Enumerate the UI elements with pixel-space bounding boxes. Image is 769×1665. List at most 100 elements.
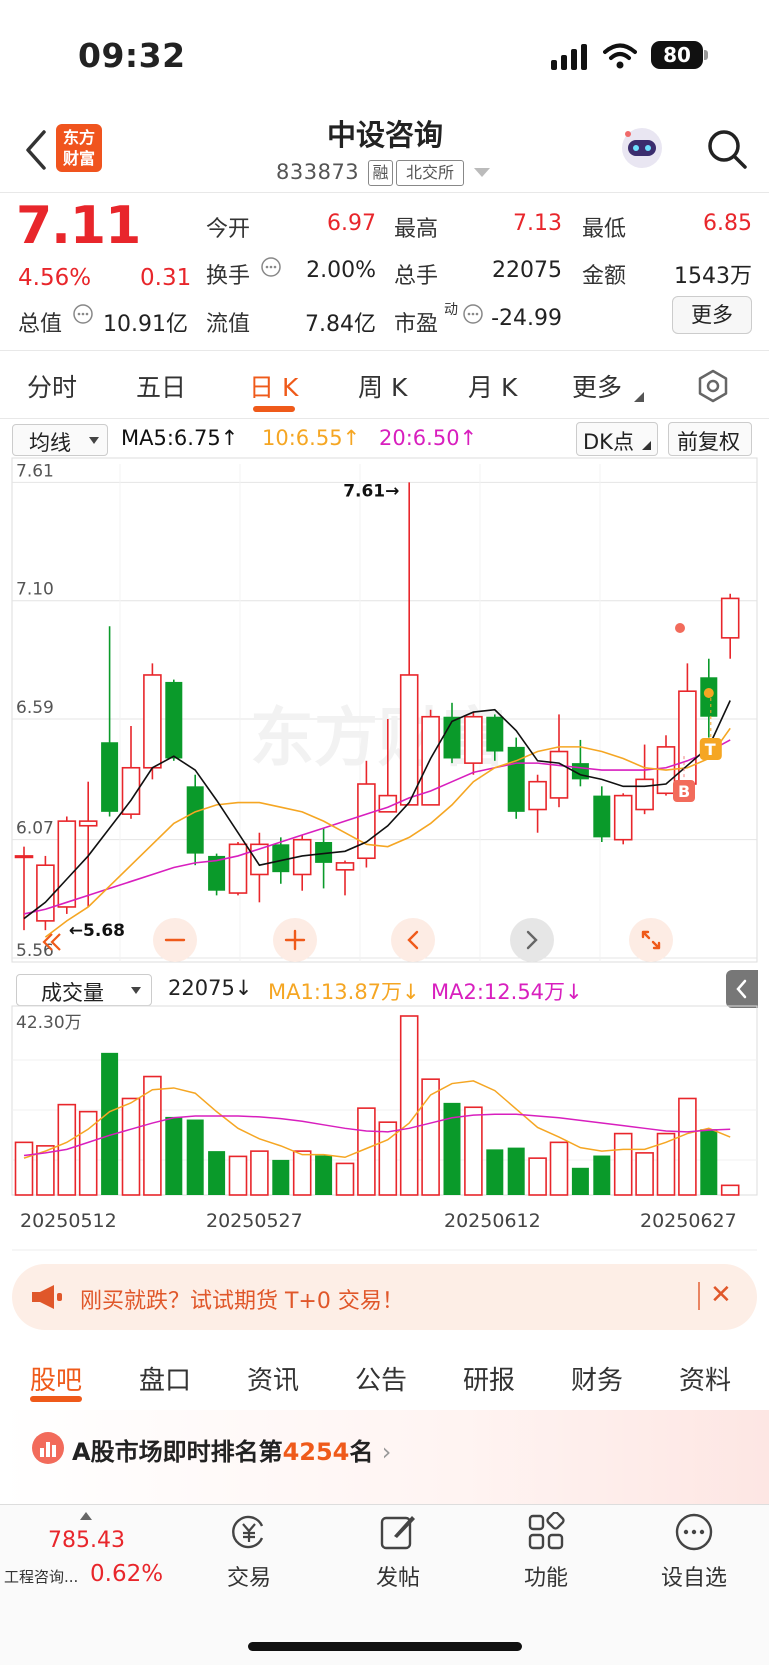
price-tick-label: 7.61 xyxy=(16,461,54,481)
chevron-right-button[interactable] xyxy=(510,918,554,962)
ma-selector[interactable]: 均线 xyxy=(12,424,108,456)
volume-label: 总手 xyxy=(394,264,439,289)
change-amount: 0.31 xyxy=(140,265,192,291)
megaphone-icon xyxy=(32,1285,62,1309)
tab-five-day[interactable]: 五日 xyxy=(136,368,186,404)
ai-assistant-icon[interactable] xyxy=(618,124,666,172)
info-icon[interactable] xyxy=(260,256,282,278)
candle-body-up xyxy=(57,820,77,908)
candle-body-up xyxy=(36,864,55,922)
turnover-label: 换手 xyxy=(206,264,251,289)
section-tab-research[interactable]: 研报 xyxy=(463,1360,515,1397)
back-icon[interactable] xyxy=(18,126,58,174)
nav-trade[interactable]: 交易 xyxy=(199,1512,299,1592)
eastmoney-logo: 东方 财富 xyxy=(56,124,102,172)
change-percent: 4.56% xyxy=(18,265,92,291)
volume-bar-down xyxy=(165,1116,183,1195)
promo-divider xyxy=(698,1282,700,1310)
search-icon[interactable] xyxy=(706,128,748,170)
dk-point-label: DK点 xyxy=(583,430,634,454)
ma10-value: 10:6.55↑ xyxy=(262,426,361,450)
section-tab-financials[interactable]: 财务 xyxy=(571,1360,623,1397)
nav-functions[interactable]: 功能 xyxy=(496,1511,596,1592)
nav-add-watchlist[interactable]: 设自选 xyxy=(644,1512,744,1592)
gear-icon[interactable] xyxy=(695,368,731,404)
kline-chart[interactable]: 7.617.106.596.075.56东方财富7.61→←5.68BT42.3… xyxy=(0,456,769,1256)
tick-marker-dot xyxy=(703,688,714,698)
index-name[interactable]: 工程咨询... xyxy=(4,1566,78,1587)
candle-body-down xyxy=(272,844,290,873)
section-tab-news[interactable]: 资讯 xyxy=(247,1360,299,1397)
buy-marker-label: B xyxy=(678,782,690,801)
open-value: 6.97 xyxy=(327,211,376,236)
volume-bar-up xyxy=(528,1157,547,1196)
market-cap-label: 总值 xyxy=(18,312,63,337)
tab-more[interactable]: 更多 xyxy=(572,368,622,404)
dk-point-button[interactable]: DK点 xyxy=(576,422,658,456)
tab-monthly-k[interactable]: 月 K xyxy=(468,368,517,404)
chevron-down-icon xyxy=(89,437,99,444)
nav-post[interactable]: 发帖 xyxy=(348,1512,448,1592)
date-tick-label: 20250612 xyxy=(444,1210,541,1232)
price-tick-label: 7.10 xyxy=(16,580,54,600)
chart-control-bg xyxy=(629,918,673,962)
ranking-text[interactable]: A股市场即时排名第4254名 › xyxy=(72,1432,391,1467)
adjust-button[interactable]: 前复权 xyxy=(668,422,752,456)
close-icon[interactable]: ✕ xyxy=(710,1280,732,1310)
chevron-left-button[interactable] xyxy=(391,918,435,962)
section-tab-orderbook[interactable]: 盘口 xyxy=(139,1360,191,1397)
index-value[interactable]: 785.43 xyxy=(48,1528,125,1553)
volume-bar-down xyxy=(571,1167,589,1195)
ranking-prefix: A股市场即时排名第 xyxy=(72,1438,283,1466)
volume-bar-down xyxy=(208,1151,226,1195)
volume-bar-up xyxy=(14,1141,34,1196)
volume-bar-up xyxy=(635,1152,654,1196)
candle-body-up xyxy=(635,778,654,811)
margin-tag: 融 xyxy=(368,160,393,186)
signal-dot xyxy=(675,623,685,633)
section-tab-profile[interactable]: 资料 xyxy=(679,1360,731,1397)
info-icon[interactable] xyxy=(462,303,484,325)
ranking-number: 4254 xyxy=(282,1438,350,1466)
status-time: 09:32 xyxy=(78,36,186,75)
tab-intraday[interactable]: 分时 xyxy=(27,368,77,404)
chevron-down-icon[interactable] xyxy=(474,168,490,178)
volume-bar-up xyxy=(250,1150,269,1196)
ma20-value: 20:6.50↑ xyxy=(379,426,478,450)
battery-tip xyxy=(704,50,708,60)
volume-bar-down xyxy=(186,1119,204,1195)
more-button[interactable]: 更多 xyxy=(672,296,752,334)
active-tab-indicator xyxy=(253,406,295,412)
section-tab-announcements[interactable]: 公告 xyxy=(355,1360,407,1397)
candle-body-up xyxy=(549,750,569,799)
price-tick-label: 5.56 xyxy=(16,941,54,961)
volume-bar-up xyxy=(335,1162,355,1196)
expand-button[interactable] xyxy=(629,918,673,962)
stock-name[interactable]: 中设咨询 xyxy=(260,112,510,154)
chevron-right-icon: › xyxy=(381,1438,392,1466)
logo-line2: 财富 xyxy=(62,149,95,168)
section-tab-forum[interactable]: 股吧 xyxy=(30,1360,82,1397)
candle-body-up xyxy=(14,855,34,859)
promo-text[interactable]: 刚买就跌？试试期货 T+0 交易！ xyxy=(80,1283,404,1315)
volume-bar-up xyxy=(228,1155,248,1196)
low-value: 6.85 xyxy=(703,211,752,236)
high-label: 最高 xyxy=(394,217,439,242)
index-change[interactable]: 0.62% xyxy=(90,1561,163,1587)
tab-daily-k[interactable]: 日 K xyxy=(249,368,298,404)
tab-weekly-k[interactable]: 周 K xyxy=(358,368,407,404)
dropdown-corner-icon xyxy=(642,441,651,450)
zoom-out-button[interactable] xyxy=(153,918,197,962)
candle-body-up xyxy=(228,843,248,894)
volume-bar-down xyxy=(700,1129,718,1195)
volume-bar-up xyxy=(378,1121,398,1196)
info-icon[interactable] xyxy=(72,303,94,325)
volume-value: 22075 xyxy=(492,258,562,283)
volume-bar-down xyxy=(272,1159,290,1195)
price-tick-label: 6.07 xyxy=(16,819,54,839)
zoom-in-button[interactable] xyxy=(273,918,317,962)
caret-up-icon xyxy=(80,1512,92,1520)
exchange-tag: 北交所 xyxy=(396,160,464,186)
pe-value: -24.99 xyxy=(491,306,562,331)
battery-icon: 80 xyxy=(651,41,703,69)
